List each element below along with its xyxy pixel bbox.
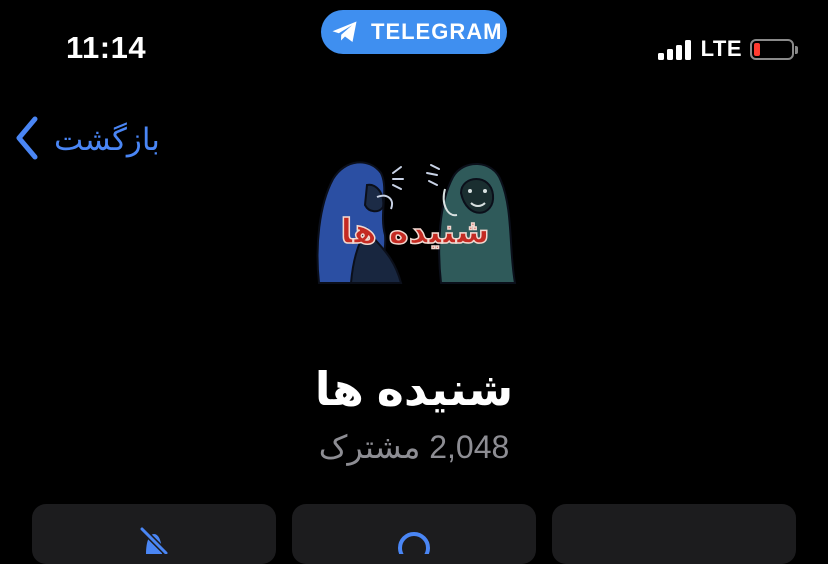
mute-button[interactable] bbox=[32, 504, 276, 564]
avatar-lettering: شنیده ها bbox=[340, 212, 489, 252]
battery-level bbox=[754, 42, 760, 56]
telegram-pill[interactable]: TELEGRAM bbox=[321, 10, 507, 54]
subscriber-count: 2,048 مشترک bbox=[318, 429, 510, 465]
network-type: LTE bbox=[700, 36, 742, 61]
search-button[interactable] bbox=[292, 504, 536, 564]
cellular-signal-icon bbox=[657, 38, 691, 60]
mute-bell-icon bbox=[137, 504, 171, 564]
status-indicators: LTE bbox=[657, 36, 798, 62]
battery-icon bbox=[750, 38, 798, 60]
chevron-left-icon bbox=[14, 115, 40, 166]
more-icon bbox=[654, 504, 694, 564]
status-time: 11:14 bbox=[66, 30, 147, 65]
telegram-plane-icon bbox=[331, 20, 359, 44]
back-label: بازگشت bbox=[54, 122, 160, 157]
search-icon bbox=[394, 504, 434, 564]
more-button[interactable] bbox=[552, 504, 796, 564]
channel-title: شنیده ها bbox=[314, 363, 514, 415]
telegram-pill-label: TELEGRAM bbox=[371, 19, 503, 44]
channel-avatar[interactable]: شنیده ها bbox=[311, 155, 517, 287]
action-bar bbox=[32, 504, 796, 564]
back-button[interactable]: بازگشت bbox=[14, 115, 160, 165]
